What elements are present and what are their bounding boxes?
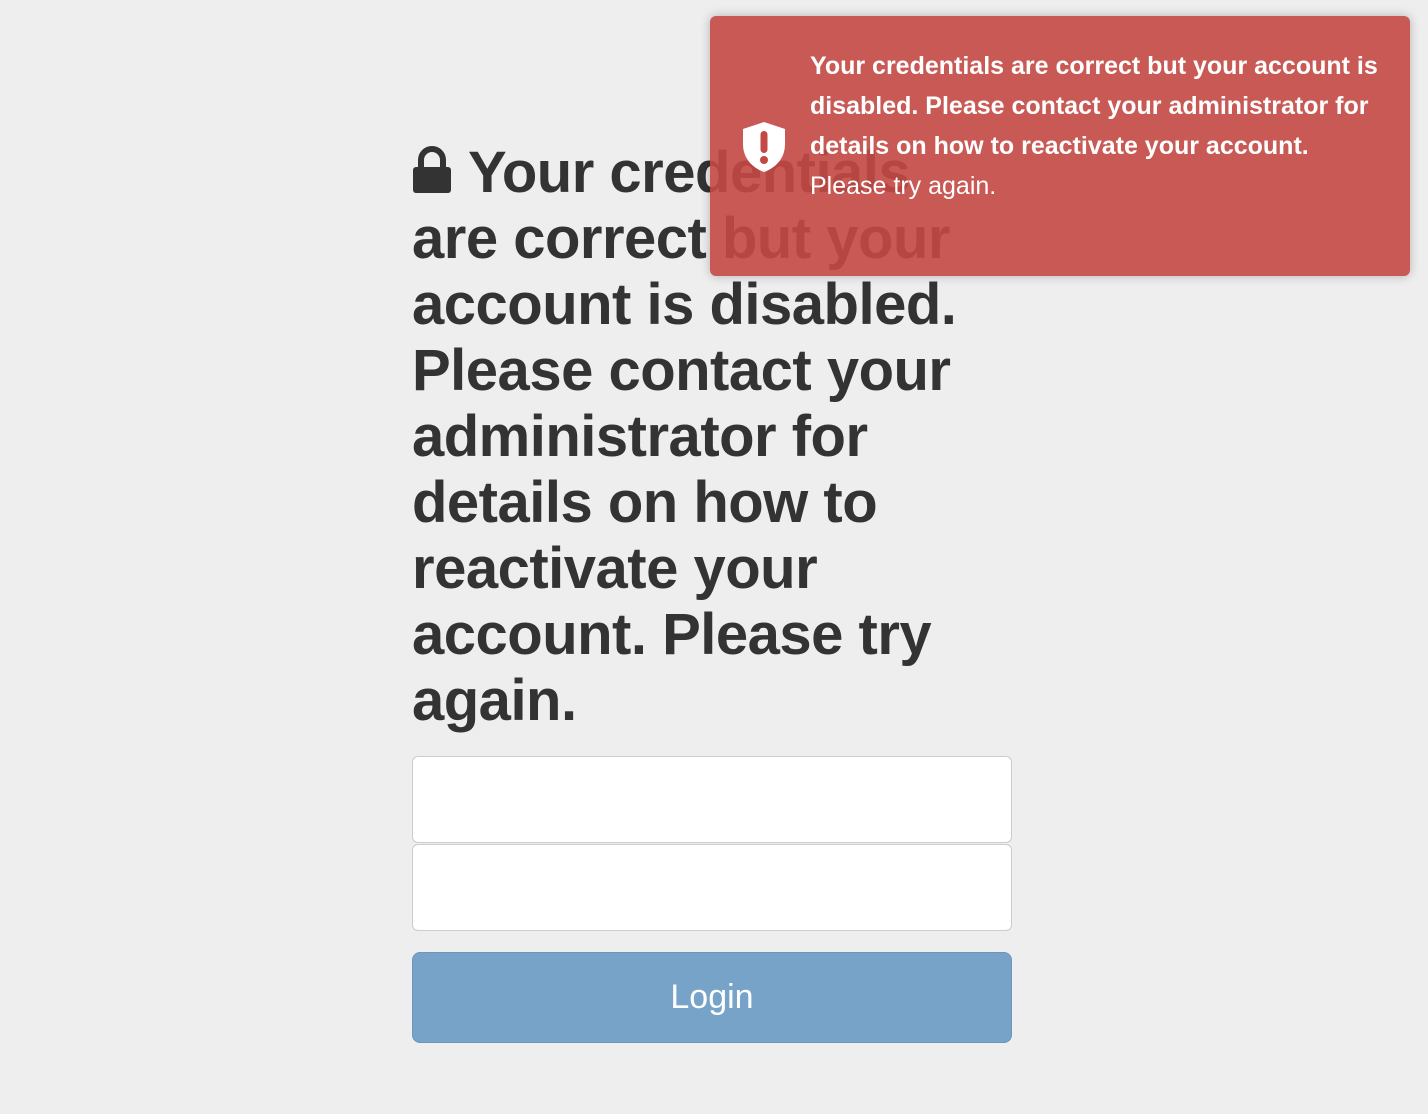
toast-message: Please try again. xyxy=(810,172,997,200)
lock-icon xyxy=(413,146,451,193)
login-button[interactable]: Login xyxy=(412,952,1012,1043)
password-input[interactable] xyxy=(412,844,1012,931)
toast-body: Your credentials are correct but your ac… xyxy=(810,46,1380,206)
shield-alert-icon xyxy=(743,122,785,172)
error-toast[interactable]: Your credentials are correct but your ac… xyxy=(710,16,1410,276)
toast-title: Your credentials are correct but your ac… xyxy=(810,52,1378,160)
username-input[interactable] xyxy=(412,756,1012,843)
